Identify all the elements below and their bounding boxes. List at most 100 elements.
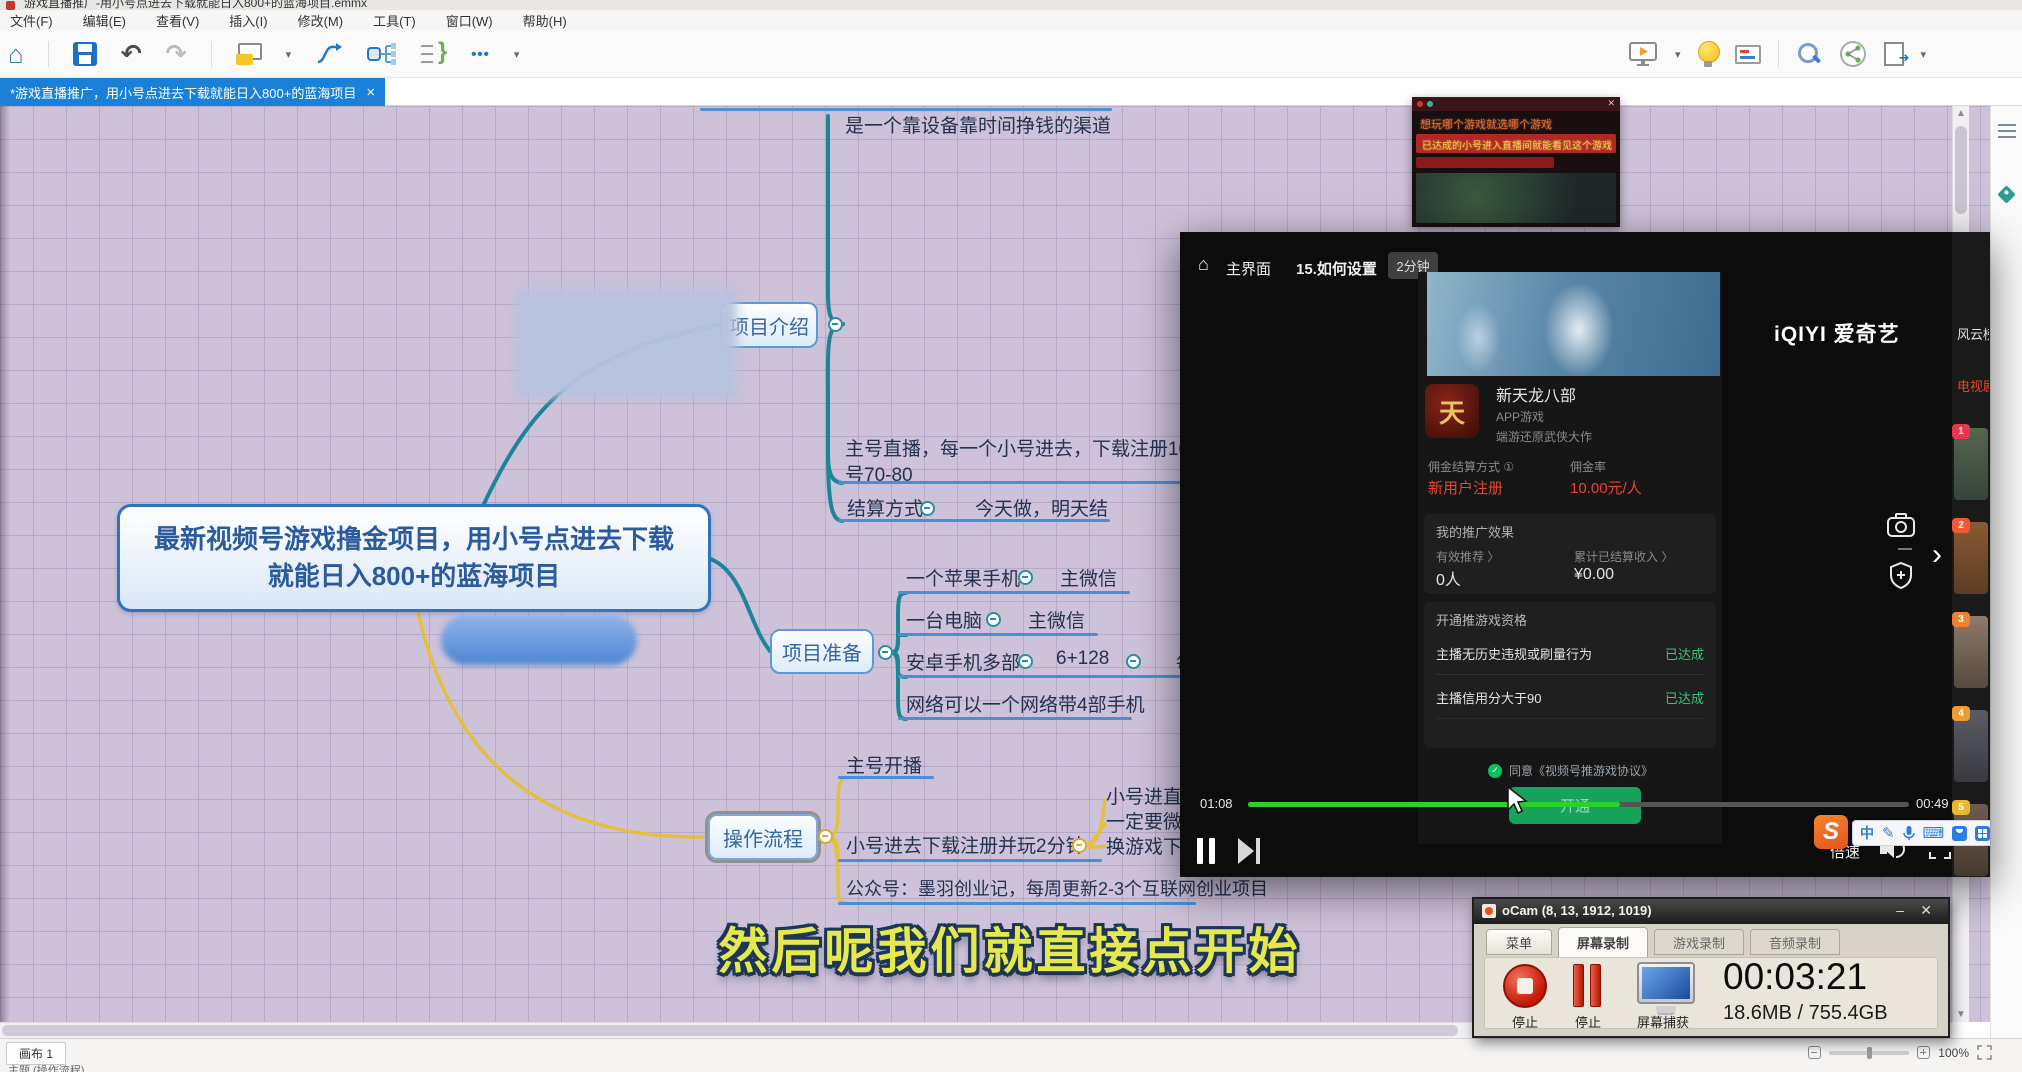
search-icon[interactable]	[1796, 41, 1822, 67]
tag-icon[interactable]	[1997, 185, 2015, 203]
agreement-text[interactable]: 同意《视频号推游戏协议》	[1509, 762, 1653, 779]
ime-toolbar[interactable]: 中 ✎ ⌨ ⚙	[1852, 820, 1990, 846]
topic-pc-wechat[interactable]: 主微信	[1028, 606, 1085, 633]
topic-iphone-wechat[interactable]: 主微信	[1060, 564, 1117, 591]
share-icon[interactable]	[1839, 40, 1867, 68]
central-topic[interactable]: 最新视频号游戏撸金项目，用小号点进去下载 就能日入800+的蓝海项目	[117, 504, 711, 612]
zoom-slider-thumb[interactable]	[1867, 1047, 1872, 1059]
menu-window[interactable]: 窗口(W)	[446, 11, 493, 30]
topic-gongzhonghao[interactable]: 公众号：墨羽创业记，每周更新2-3个互联网创业项目	[846, 875, 1268, 901]
topic-pc[interactable]: 一台电脑	[906, 606, 982, 633]
topic-alt-account[interactable]: 小号进去下载注册并玩2分钟	[846, 831, 1085, 858]
agreement-row[interactable]: ✓ 同意《视频号推游戏协议》	[1488, 762, 1653, 779]
more-tools-icon[interactable]: •••	[471, 46, 490, 63]
topic-live-line1[interactable]: 主号直播，每一个小号进去，下载注册10-1	[845, 434, 1206, 461]
ime-pen-icon[interactable]: ✎	[1882, 826, 1895, 841]
collapse-connector-icon[interactable]	[818, 829, 833, 844]
collapse-connector-icon[interactable]	[828, 317, 843, 332]
menu-insert[interactable]: 插入(I)	[229, 11, 267, 30]
topic-right-line2[interactable]: 一定要微	[1106, 807, 1182, 834]
collapse-connector-icon[interactable]	[1126, 654, 1141, 669]
rank-thumbnail[interactable]: 1	[1954, 428, 1988, 500]
horizontal-scroll-thumb[interactable]	[2, 1025, 1458, 1036]
rank-thumbnail[interactable]: 3	[1954, 616, 1988, 688]
idea-lightbulb-icon[interactable]	[1698, 41, 1718, 67]
player-home-label[interactable]: 主界面	[1226, 258, 1271, 279]
menu-help[interactable]: 帮助(H)	[523, 11, 567, 30]
topic-iphone[interactable]: 一个苹果手机	[906, 564, 1020, 591]
export-icon[interactable]	[1884, 42, 1904, 66]
promo-ref-label[interactable]: 有效推荐 〉	[1436, 548, 1499, 565]
rank-thumbnail[interactable]: 2	[1954, 522, 1988, 594]
ocam-tab-audio-record[interactable]: 音频录制	[1750, 929, 1840, 955]
home-icon[interactable]: ⌂	[8, 41, 24, 67]
iqiyi-rank-sidebar[interactable]: 风云榜 电视剧 1 2 3 4 5 6	[1952, 232, 1990, 877]
topic-right-line1[interactable]: 小号进直	[1106, 782, 1182, 809]
more-dropdown-caret[interactable]: ▾	[514, 48, 520, 61]
pause-icon[interactable]	[1197, 838, 1203, 864]
menu-edit[interactable]: 编辑(E)	[83, 11, 126, 30]
collapse-connector-icon[interactable]	[878, 645, 893, 660]
tab-close-icon[interactable]: ×	[366, 84, 375, 101]
pause-icon[interactable]	[1209, 838, 1215, 864]
theme-dropdown-caret[interactable]: ▾	[286, 48, 292, 61]
promo-income-label[interactable]: 累计已结算收入 〉	[1574, 548, 1673, 565]
player-episode-title[interactable]: 15.如何设置	[1296, 258, 1377, 279]
player-home-icon[interactable]: ⌂	[1198, 254, 1209, 275]
export-dropdown-caret[interactable]: ▾	[1921, 48, 1927, 61]
menu-tools[interactable]: 工具(T)	[373, 11, 416, 30]
relationship-icon[interactable]	[315, 42, 343, 66]
ime-skin-icon[interactable]	[1952, 826, 1967, 841]
mini-video-thumbnail[interactable]: ✕ 想玩哪个游戏就选哪个游戏 已达成的小号进入直播间就能看见这个游戏	[1412, 97, 1620, 227]
collapse-connector-icon[interactable]	[986, 612, 1001, 627]
rank-thumbnail[interactable]: 4	[1954, 710, 1988, 782]
ocam-close-button[interactable]: ✕	[1920, 902, 1932, 919]
next-episode-icon[interactable]	[1256, 838, 1260, 864]
topic-network[interactable]: 网络可以一个网络带4部手机	[906, 690, 1145, 717]
topic-android[interactable]: 安卓手机多部	[906, 648, 1020, 675]
fit-window-icon[interactable]	[1977, 1045, 1992, 1060]
ocam-titlebar[interactable]: oCam (8, 13, 1912, 1019) – ✕	[1474, 899, 1948, 924]
next-episode-icon[interactable]	[1238, 838, 1254, 864]
scroll-up-icon[interactable]: ▲	[1956, 108, 1966, 119]
mini-close-icon[interactable]: ✕	[1607, 98, 1615, 109]
topic-intro-channel[interactable]: 是一个靠设备靠时间挣钱的渠道	[845, 111, 1111, 138]
topic-process[interactable]: 操作流程	[705, 811, 821, 863]
sogou-ime-icon[interactable]: S	[1814, 815, 1848, 849]
ime-keyboard-icon[interactable]: ⌨	[1923, 826, 1945, 841]
collapse-connector-icon[interactable]	[1018, 570, 1033, 585]
topic-settlement-value[interactable]: 今天做，明天结	[975, 494, 1108, 521]
format-panel-icon[interactable]	[1998, 124, 2016, 138]
camera-screenshot-icon[interactable]	[1886, 512, 1916, 538]
document-tab[interactable]: *游戏直播推广，用小号点进去下载就能日入800+的蓝海项目 ×	[0, 78, 385, 106]
ime-toolbox-icon[interactable]	[1975, 826, 1990, 841]
topic-host-live[interactable]: 主号开播	[846, 751, 922, 778]
ocam-tab-screen-record[interactable]: 屏幕录制	[1558, 927, 1648, 957]
agree-checkbox-icon[interactable]: ✓	[1488, 764, 1502, 778]
ocam-pause-button[interactable]	[1573, 964, 1584, 1007]
zoom-in-icon[interactable]	[1917, 1046, 1930, 1059]
ocam-tab-game-record[interactable]: 游戏录制	[1654, 929, 1744, 955]
ocam-tab-menu[interactable]: 菜单	[1486, 929, 1552, 955]
ocam-window[interactable]: oCam (8, 13, 1912, 1019) – ✕ 菜单 屏幕录制 游戏录…	[1472, 897, 1950, 1038]
record-shield-icon[interactable]	[1886, 560, 1916, 590]
topic-android-spec[interactable]: 6+128	[1056, 648, 1109, 670]
ime-mic-icon[interactable]	[1903, 825, 1915, 841]
menu-modify[interactable]: 修改(M)	[298, 11, 344, 30]
ocam-minimize-button[interactable]: –	[1896, 902, 1904, 918]
topic-right-line3[interactable]: 换游戏下	[1106, 832, 1182, 859]
sidebar-category[interactable]: 电视剧	[1957, 376, 1989, 395]
undo-icon[interactable]: ↶	[121, 42, 142, 67]
topic-settlement[interactable]: 结算方式	[847, 494, 923, 521]
video-player[interactable]: ⌂ 主界面 15.如何设置 2分钟 iQIYI 爱奇艺 天 新天龙八部 APP游…	[1180, 232, 1990, 877]
ocam-screen-capture-button[interactable]	[1637, 962, 1695, 1004]
layout-structure-icon[interactable]	[367, 42, 397, 66]
presentation-dropdown-caret[interactable]: ▾	[1675, 48, 1681, 61]
collapse-connector-icon[interactable]	[1072, 838, 1087, 853]
vertical-scroll-thumb[interactable]	[1955, 126, 1967, 214]
menu-file[interactable]: 文件(F)	[10, 11, 53, 30]
ime-language-icon[interactable]: 中	[1860, 823, 1874, 843]
slides-panel-icon[interactable]	[1735, 45, 1761, 64]
ocam-stop-record-button[interactable]	[1503, 964, 1547, 1008]
collapse-connector-icon[interactable]	[1018, 654, 1033, 669]
